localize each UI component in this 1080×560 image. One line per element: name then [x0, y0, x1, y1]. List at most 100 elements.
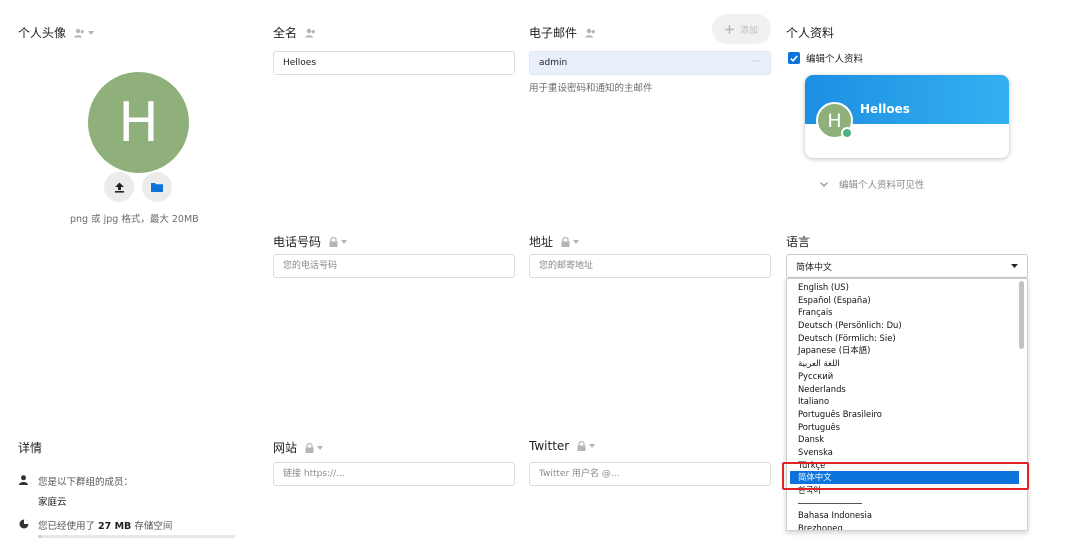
- language-option[interactable]: Svenska: [787, 446, 1021, 459]
- scope-menu[interactable]: [561, 236, 580, 247]
- language-option[interactable]: Bahasa Indonesia: [787, 509, 1021, 522]
- language-option[interactable]: Português Brasileiro: [787, 408, 1021, 421]
- folder-icon: [151, 183, 163, 192]
- chevron-down-icon: [88, 30, 95, 35]
- fullname-label: 全名: [273, 26, 298, 40]
- language-option[interactable]: Português: [787, 421, 1021, 434]
- storage-usage-icon: [19, 519, 29, 529]
- scope-menu[interactable]: [74, 28, 95, 38]
- lock-icon: [577, 441, 586, 451]
- profile-visibility-label: 编辑个人资料可见性: [839, 180, 925, 191]
- phone-input[interactable]: [273, 254, 515, 278]
- address-input[interactable]: [529, 254, 771, 278]
- scope-menu[interactable]: [329, 236, 348, 247]
- group-name: 家庭云: [38, 497, 67, 508]
- fullname-input[interactable]: [273, 51, 515, 75]
- profile-card-name: Helloes: [860, 102, 910, 116]
- storage-usage-suffix: 存储空间: [134, 521, 173, 532]
- contacts-icon: [305, 28, 315, 37]
- contacts-icon: [585, 28, 595, 37]
- add-email-button[interactable]: 添加: [712, 14, 771, 44]
- upload-avatar-button[interactable]: [104, 172, 134, 202]
- avatar-section-label: 个人头像: [18, 26, 67, 40]
- website-label: 网站: [273, 441, 298, 455]
- avatar-initial: H: [118, 91, 159, 154]
- phone-label: 电话号码: [273, 235, 322, 249]
- contacts-icon: [74, 28, 84, 37]
- email-section-header: 电子邮件: [529, 24, 596, 41]
- language-option[interactable]: Nederlands: [787, 383, 1021, 396]
- twitter-section-header: Twitter: [529, 439, 596, 453]
- profile-card-initial: H: [827, 109, 842, 132]
- language-option-list: English (US) Español (España) Français Deut…: [787, 281, 1021, 530]
- chevron-down-icon: [589, 444, 596, 448]
- language-option[interactable]: English (US): [787, 281, 1021, 294]
- language-option[interactable]: Brezhoneg: [787, 522, 1021, 530]
- chevron-down-icon: [341, 239, 348, 244]
- storage-usage-bar: [38, 535, 235, 538]
- upload-icon: [114, 182, 124, 193]
- language-option[interactable]: Español (España): [787, 294, 1021, 307]
- online-status-icon: [841, 127, 853, 139]
- selected-option-highlight: [782, 462, 1029, 490]
- avatar: H: [88, 72, 189, 173]
- storage-usage-fill: [38, 535, 42, 538]
- email-input[interactable]: [529, 51, 771, 75]
- language-option[interactable]: اللغة العربية: [787, 357, 1021, 370]
- email-label: 电子邮件: [529, 26, 578, 40]
- edit-profile-checkbox[interactable]: [788, 52, 800, 64]
- check-icon: [790, 54, 798, 62]
- storage-usage-text: 您已经使用了 27 MB 存储空间: [38, 518, 172, 532]
- phone-section-header: 电话号码: [273, 233, 348, 250]
- email-hint: 用于重设密码和通知的主邮件: [529, 83, 653, 94]
- profile-section-header: 个人资料: [786, 24, 834, 41]
- language-option[interactable]: Русский: [787, 370, 1021, 383]
- option-separator: [787, 497, 1021, 510]
- details-section-label: 详情: [18, 441, 43, 455]
- profile-preview-card[interactable]: H Helloes: [805, 75, 1009, 158]
- language-option[interactable]: Français: [787, 306, 1021, 319]
- profile-section-label: 个人资料: [786, 26, 835, 40]
- scope-menu[interactable]: [305, 28, 316, 38]
- scope-menu[interactable]: [585, 28, 596, 38]
- add-email-label: 添加: [739, 25, 758, 36]
- language-option[interactable]: Italiano: [787, 395, 1021, 408]
- language-label: 语言: [786, 235, 811, 249]
- language-selected-value: 简体中文: [796, 262, 833, 273]
- user-icon: [19, 475, 28, 485]
- storage-usage-amount: 27 MB: [98, 521, 132, 532]
- avatar-section-header: 个人头像: [18, 24, 95, 41]
- details-section-header: 详情: [18, 439, 42, 456]
- language-dropdown[interactable]: English (US) Español (España) Français Deut…: [786, 278, 1028, 531]
- lock-icon: [329, 236, 338, 247]
- twitter-label: Twitter: [529, 439, 570, 453]
- language-select[interactable]: 简体中文: [786, 254, 1028, 278]
- website-section-header: 网站: [273, 439, 324, 456]
- chevron-down-icon: [1011, 264, 1018, 268]
- email-more-actions[interactable]: ···: [752, 57, 761, 67]
- dropdown-scrollbar[interactable]: [1019, 281, 1024, 349]
- address-label: 地址: [529, 235, 554, 249]
- edit-profile-label[interactable]: 编辑个人资料: [806, 51, 863, 65]
- plus-icon: [724, 24, 734, 34]
- language-option[interactable]: Deutsch (Förmlich: Sie): [787, 332, 1021, 345]
- chevron-down-icon: [820, 181, 828, 187]
- chevron-down-icon: [573, 239, 580, 244]
- language-option[interactable]: Dansk: [787, 433, 1021, 446]
- choose-avatar-from-files-button[interactable]: [142, 172, 172, 202]
- fullname-section-header: 全名: [273, 24, 316, 41]
- language-option[interactable]: Japanese (日本語): [787, 344, 1021, 357]
- profile-visibility-toggle[interactable]: 编辑个人资料可见性: [820, 177, 925, 191]
- avatar-hint: png 或 jpg 格式，最大 20MB: [70, 214, 199, 225]
- website-input[interactable]: [273, 462, 515, 486]
- language-option[interactable]: Deutsch (Persönlich: Du): [787, 319, 1021, 332]
- storage-usage-prefix: 您已经使用了: [38, 521, 96, 532]
- chevron-down-icon: [317, 445, 324, 450]
- language-section-header: 语言: [786, 233, 810, 250]
- twitter-input[interactable]: [529, 462, 771, 486]
- lock-icon: [305, 442, 314, 453]
- scope-menu[interactable]: [305, 442, 324, 453]
- group-membership-text: 您是以下群组的成员：: [38, 477, 134, 488]
- lock-icon: [561, 236, 570, 247]
- scope-menu[interactable]: [577, 441, 596, 451]
